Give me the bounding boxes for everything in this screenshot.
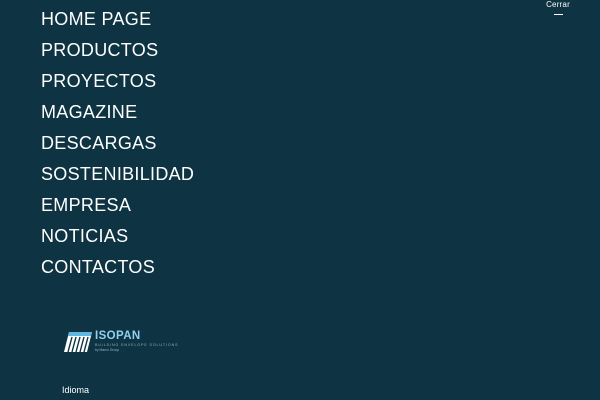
menu-item-proyectos[interactable]: PROYECTOS bbox=[41, 66, 194, 97]
close-label: Cerrar bbox=[546, 0, 570, 9]
close-button[interactable]: Cerrar bbox=[538, 0, 578, 15]
main-menu: HOME PAGE PRODUCTOS PROYECTOS MAGAZINE D… bbox=[41, 4, 194, 283]
logo-name: ISOPAN bbox=[95, 330, 141, 342]
menu-item-sostenibilidad[interactable]: SOSTENIBILIDAD bbox=[41, 159, 194, 190]
isopan-logo[interactable]: ISOPAN BUILDING ENVELOPE SOLUTIONS by Ma… bbox=[63, 330, 193, 357]
menu-item-empresa[interactable]: EMPRESA bbox=[41, 190, 194, 221]
menu-item-productos[interactable]: PRODUCTOS bbox=[41, 35, 194, 66]
close-icon bbox=[553, 14, 563, 15]
isopan-logo-mark-icon bbox=[64, 332, 92, 353]
language-selector[interactable]: Idioma bbox=[62, 384, 89, 396]
menu-item-magazine[interactable]: MAGAZINE bbox=[41, 97, 194, 128]
logo-group: by Manni Group bbox=[95, 348, 120, 352]
menu-item-contactos[interactable]: CONTACTOS bbox=[41, 252, 194, 283]
menu-item-descargas[interactable]: DESCARGAS bbox=[41, 128, 194, 159]
menu-item-noticias[interactable]: NOTICIAS bbox=[41, 221, 194, 252]
menu-overlay: Cerrar HOME PAGE PRODUCTOS PROYECTOS MAG… bbox=[0, 0, 600, 400]
menu-item-home-page[interactable]: HOME PAGE bbox=[41, 4, 194, 35]
